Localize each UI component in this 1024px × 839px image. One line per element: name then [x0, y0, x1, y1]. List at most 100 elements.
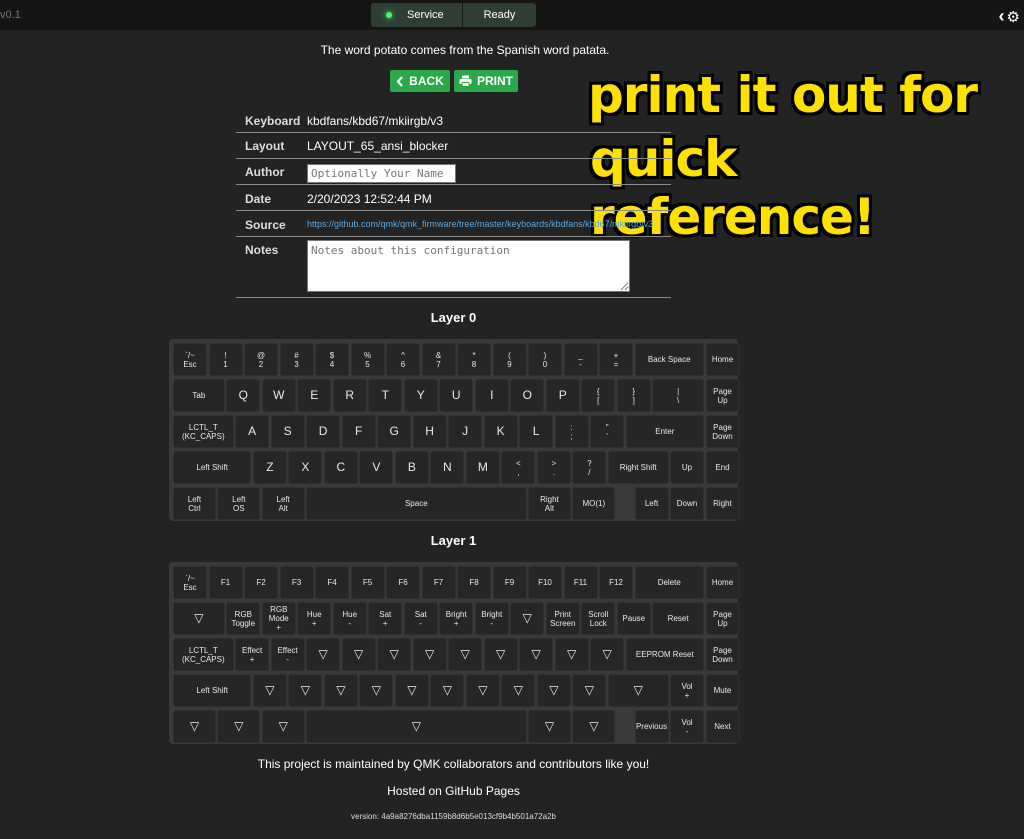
key-symbol: <, [501, 451, 536, 484]
key-legend: F5 [362, 578, 373, 587]
key-legend: < [516, 458, 521, 468]
key-symbol: ? / [572, 451, 607, 484]
key-legend: ▽ [300, 683, 310, 697]
key-legend: Mute [713, 686, 732, 695]
key-legend: ▽ [189, 719, 200, 733]
key-e: E [297, 379, 332, 412]
key-f5: F5 [350, 566, 385, 599]
key-mute: Mute [705, 674, 740, 707]
key-symbol: ▽ [377, 638, 412, 671]
key-home: Home [705, 343, 740, 376]
key-legend: ▽ [442, 683, 452, 697]
notes-textarea[interactable] [307, 240, 630, 292]
collapse-chevron-icon[interactable]: ‹ [999, 6, 1005, 27]
key-enter: Enter [625, 415, 704, 448]
key-legend: # [294, 350, 299, 360]
key-legend: Scroll [588, 609, 609, 619]
key-legend: ] [632, 395, 635, 405]
key-space: Space [306, 487, 527, 520]
key-legend: - [419, 618, 423, 628]
key-legend: Left Shift [196, 463, 228, 472]
key-legend: Up [681, 463, 693, 472]
key-legend: G [389, 424, 399, 438]
ready-status: Ready [463, 3, 536, 27]
key-a: A [235, 415, 270, 448]
key-legend: - [490, 618, 494, 628]
key-legend: ▽ [549, 683, 559, 697]
print-button[interactable]: PRINT [454, 70, 518, 92]
key-f8: F8 [457, 566, 491, 599]
key-up: Up [670, 451, 704, 484]
key-legend: - [348, 618, 352, 628]
key-legend: Effect [241, 645, 263, 655]
key-legend: F [354, 424, 363, 438]
key-legend: Down [712, 654, 733, 664]
key-sat: Sat - [403, 602, 438, 635]
key-legend: LCTL_T [188, 422, 218, 432]
key-legend: ( [508, 350, 511, 360]
key-left-shift: Left Shift [173, 451, 252, 484]
key-legend: Reset [667, 614, 689, 623]
key-legend: Page [713, 609, 732, 619]
key-i: I [474, 379, 509, 412]
key-legend: [ [597, 395, 600, 405]
key-p: P [545, 379, 580, 412]
key-legend: ▽ [194, 611, 204, 625]
key-hue: Hue + [297, 602, 332, 635]
key-legend: M [477, 460, 488, 474]
key-page-down: Page Down [705, 638, 740, 671]
key-legend: ▽ [234, 719, 244, 733]
key-lctl-t-kc-caps: LCTL_T (KC_CAPS) [173, 415, 234, 448]
key-symbol: ▽ [412, 638, 447, 671]
key-legend: ▽ [265, 683, 275, 697]
key-legend: % [363, 350, 372, 360]
key-legend: ▽ [522, 611, 532, 625]
key-legend: J [462, 424, 469, 438]
key-f9: F9 [492, 566, 527, 599]
key-legend: + [276, 623, 282, 632]
key-legend: Alt [278, 503, 288, 513]
source-link[interactable]: https://github.com/qmk/qmk_firmware/tree… [307, 211, 671, 229]
key-legend: ▽ [478, 683, 488, 697]
key-legend: ▽ [602, 647, 612, 661]
key-3: #3 [279, 343, 314, 376]
key-legend: Left Shift [196, 686, 228, 695]
back-button[interactable]: BACK [390, 70, 450, 92]
key-symbol: ▽ [483, 638, 518, 671]
keyboard-label: Keyboard [245, 114, 301, 128]
key-legend: Ctrl [188, 503, 201, 513]
key-legend: ▽ [278, 719, 288, 733]
layout-label: Layout [245, 139, 285, 153]
key-legend: & [435, 350, 442, 360]
key-pause: Pause [616, 602, 651, 635]
key-b: B [394, 451, 429, 484]
key-legend: | [677, 386, 680, 396]
key-legend: Right Shift [619, 463, 657, 472]
key-legend: ▽ [371, 683, 381, 697]
footer-hosted[interactable]: Hosted on GitHub Pages [0, 784, 907, 798]
key-f3: F3 [279, 566, 314, 599]
key-c: C [323, 451, 358, 484]
key-legend: " [605, 422, 609, 432]
key-legend: . [552, 467, 555, 477]
key-legend: Hue [342, 609, 358, 619]
key-legend: Alt [544, 503, 555, 513]
author-input[interactable] [307, 164, 456, 183]
key-legend: Sat [379, 609, 392, 619]
key-legend: 6 [400, 359, 406, 369]
key-legend: + [453, 618, 459, 628]
settings-gear-icon[interactable]: ⚙ [1007, 8, 1020, 26]
key-legend: ▽ [513, 683, 523, 697]
key-legend: Sat [414, 609, 427, 619]
key-legend: > [551, 458, 557, 468]
key-f11: F11 [563, 566, 598, 599]
key-f1: F1 [208, 566, 243, 599]
layer-0-keyboard: `/~ Esc! 1 @2 #3 $4% 5 ^ 6 & 7 * 8(9) 0 _ - + = Back Space… [169, 339, 740, 521]
key-symbol: ▽ [572, 674, 607, 707]
print-label: PRINT [477, 74, 513, 88]
key-vol: Vol - [670, 710, 704, 743]
keymap-info-table: Keyboard kbdfans/kbd67/mkiirgb/v3 Layout… [236, 107, 671, 298]
key-legend: , [517, 467, 520, 477]
key-legend: RGB [234, 609, 252, 619]
back-label: BACK [409, 74, 444, 88]
